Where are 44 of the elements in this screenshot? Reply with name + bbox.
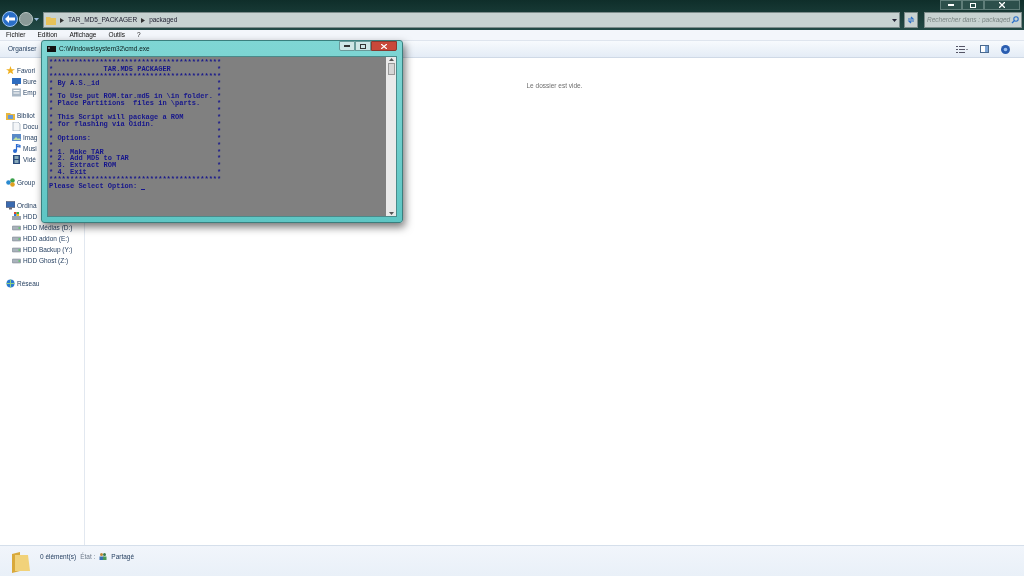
- refresh-button[interactable]: [904, 12, 918, 28]
- library-icon: [6, 111, 15, 120]
- close-button[interactable]: [371, 41, 397, 51]
- chevron-icon[interactable]: [141, 17, 146, 23]
- network-icon: [6, 279, 15, 288]
- drive-icon: [12, 245, 21, 254]
- minimize-button[interactable]: [339, 41, 355, 51]
- console-icon: [47, 45, 56, 52]
- image-icon: [12, 133, 21, 142]
- maximize-button[interactable]: [962, 0, 984, 10]
- dropdown-icon[interactable]: [34, 17, 39, 21]
- users-icon: [99, 553, 108, 561]
- close-icon: [999, 2, 1005, 8]
- document-icon: [12, 122, 21, 131]
- video-icon: [12, 155, 21, 164]
- dropdown-icon[interactable]: [892, 18, 898, 22]
- close-button[interactable]: [984, 0, 1020, 10]
- recent-icon: [12, 88, 21, 97]
- refresh-icon: [907, 16, 916, 24]
- folder-icon: [12, 552, 30, 573]
- back-button[interactable]: [2, 11, 18, 27]
- forward-button[interactable]: [19, 12, 33, 26]
- drive-icon: [12, 234, 21, 243]
- music-icon: [12, 144, 21, 153]
- desktop-icon: [12, 77, 21, 86]
- close-icon: [381, 43, 387, 49]
- computer-icon: [6, 201, 15, 210]
- star-icon: [6, 66, 15, 75]
- drive-icon: [12, 256, 21, 265]
- scrollbar[interactable]: [386, 57, 396, 216]
- minimize-button[interactable]: [940, 0, 962, 10]
- chevron-icon[interactable]: [60, 17, 64, 23]
- drive-icon: [12, 223, 21, 232]
- view-icon[interactable]: [956, 45, 968, 53]
- text-cursor: [141, 188, 146, 190]
- scroll-down-icon[interactable]: [388, 212, 394, 215]
- system-drive-icon: [12, 212, 21, 221]
- homegroup-icon: [6, 178, 15, 187]
- back-arrow-icon: [5, 15, 15, 23]
- search-icon: [1011, 16, 1019, 24]
- scroll-thumb[interactable]: [387, 63, 395, 75]
- maximize-button[interactable]: [355, 41, 371, 51]
- folder-icon: [46, 15, 56, 25]
- preview-pane-icon[interactable]: [980, 45, 989, 53]
